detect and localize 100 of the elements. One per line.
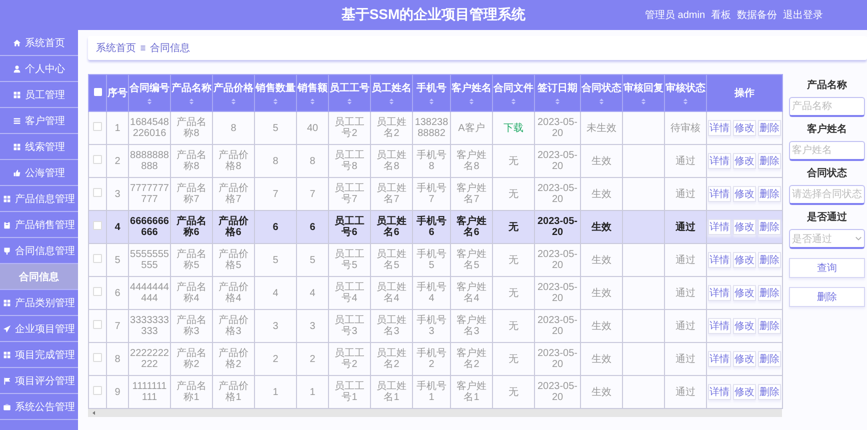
filter-label: 产品名称 (807, 78, 847, 92)
action-button[interactable]: 修改 (733, 285, 756, 301)
action-button[interactable]: 修改 (733, 153, 756, 169)
action-button[interactable]: 删除 (758, 120, 781, 136)
action-button[interactable]: 详情 (708, 252, 731, 268)
action-button[interactable]: 删除 (758, 384, 781, 400)
column-header[interactable]: 手机号 (412, 74, 450, 112)
action-button[interactable]: 修改 (733, 384, 756, 400)
filter-button[interactable]: 删除 (789, 287, 865, 307)
row-checkbox[interactable] (93, 188, 102, 197)
column-header[interactable]: 审核回复 (622, 74, 664, 112)
row-checkbox[interactable] (93, 254, 102, 263)
filter-dropdown[interactable]: 是否通过 (789, 229, 865, 249)
row-checkbox[interactable] (93, 353, 102, 362)
table-cell: 通过 (676, 354, 696, 364)
horizontal-scrollbar[interactable] (88, 409, 782, 417)
column-header[interactable]: 产品名称 (170, 74, 212, 112)
table-cell: 生效 (592, 320, 612, 332)
sort-icon[interactable] (599, 98, 604, 105)
sort-icon[interactable] (189, 98, 194, 105)
table-cell: 3 (114, 188, 120, 200)
action-button[interactable]: 修改 (733, 351, 756, 367)
column-header[interactable]: 合同文件 (492, 74, 534, 112)
column-header[interactable]: 员工工号 (328, 74, 370, 112)
header-link[interactable]: 数据备份 (737, 8, 777, 22)
table-cell: 产品名称8 (176, 117, 206, 139)
row-checkbox[interactable] (93, 221, 102, 230)
sort-icon[interactable] (511, 98, 516, 105)
column-header[interactable]: 客户姓名 (450, 74, 492, 112)
column-header[interactable]: 审核状态 (664, 74, 706, 112)
action-button[interactable]: 修改 (733, 186, 756, 202)
sort-icon[interactable] (231, 98, 236, 105)
table-cell: 员工工号2 (334, 348, 364, 370)
breadcrumb-link[interactable]: 合同信息 (150, 41, 190, 55)
column-header[interactable]: 销售数量 (254, 74, 296, 112)
table-cell: 客户姓名2 (456, 348, 486, 370)
download-link[interactable]: 下载 (504, 122, 524, 134)
action-button[interactable]: 修改 (733, 318, 756, 334)
sort-icon[interactable] (347, 98, 352, 105)
header-link[interactable]: 看板 (711, 8, 731, 22)
table-cell: 2023-05-20 (537, 117, 578, 139)
action-button[interactable]: 修改 (733, 120, 756, 136)
action-button[interactable]: 详情 (708, 186, 731, 202)
column-header[interactable]: 序号 (106, 74, 128, 112)
table-cell: 手机号5 (416, 249, 446, 271)
table-cell: 员工姓名7 (376, 183, 406, 205)
table-cell: 2 (310, 354, 316, 364)
action-button[interactable]: 删除 (758, 351, 781, 367)
action-button[interactable]: 详情 (708, 219, 731, 235)
sidebar-subitem[interactable]: 合同信息 (0, 264, 78, 290)
sort-icon[interactable] (641, 98, 646, 105)
action-button[interactable]: 删除 (758, 252, 781, 268)
action-button[interactable]: 详情 (708, 318, 731, 334)
action-button[interactable]: 删除 (758, 153, 781, 169)
filter-field[interactable]: 产品名称 (789, 97, 865, 117)
table-cell: 员工工号3 (334, 315, 364, 337)
action-button[interactable]: 删除 (758, 318, 781, 334)
header-link[interactable]: 退出登录 (783, 8, 823, 22)
column-header[interactable]: 产品价格 (212, 74, 254, 112)
action-button[interactable]: 详情 (708, 351, 731, 367)
user-icon (13, 64, 21, 72)
filter-field[interactable]: 请选择合同状态 (789, 185, 865, 205)
action-button[interactable]: 删除 (758, 285, 781, 301)
header-link[interactable]: 管理员 admin (644, 8, 705, 22)
action-button[interactable]: 修改 (733, 219, 756, 235)
column-header[interactable]: 销售额 (296, 74, 328, 112)
filter-button[interactable]: 查询 (789, 258, 865, 278)
column-header[interactable]: 签订日期 (534, 74, 580, 112)
action-button[interactable]: 详情 (708, 285, 731, 301)
action-button[interactable]: 删除 (758, 186, 781, 202)
action-button[interactable]: 详情 (708, 153, 731, 169)
sort-icon[interactable] (683, 98, 688, 105)
sort-icon[interactable] (389, 98, 394, 105)
sort-icon[interactable] (310, 98, 315, 105)
action-button[interactable]: 详情 (708, 120, 731, 136)
table-cell: 通过 (676, 222, 696, 232)
table-cell: 员工工号7 (334, 183, 364, 205)
sort-icon[interactable] (429, 98, 434, 105)
action-button[interactable]: 删除 (758, 219, 781, 235)
sort-icon[interactable] (469, 98, 474, 105)
scroll-left-icon[interactable] (91, 410, 97, 416)
table-cell: 产品价格1 (218, 381, 248, 403)
sort-icon[interactable] (555, 98, 560, 105)
column-header[interactable]: 操作 (706, 74, 782, 112)
select-all-checkbox[interactable] (94, 88, 102, 96)
row-checkbox[interactable] (93, 287, 102, 296)
row-checkbox[interactable] (93, 320, 102, 329)
table-cell: 6666666666 (130, 216, 169, 238)
column-header[interactable]: 合同编号 (128, 74, 170, 112)
action-button[interactable]: 详情 (708, 384, 731, 400)
filter-field[interactable]: 客户姓名 (789, 141, 865, 161)
sort-icon[interactable] (273, 98, 278, 105)
column-header[interactable]: 合同状态 (580, 74, 622, 112)
row-checkbox[interactable] (93, 155, 102, 164)
column-header[interactable]: 员工姓名 (370, 74, 412, 112)
sort-icon[interactable] (147, 98, 152, 105)
breadcrumb-link[interactable]: 系统首页 (96, 41, 136, 55)
action-button[interactable]: 修改 (733, 252, 756, 268)
row-checkbox[interactable] (93, 386, 102, 395)
row-checkbox[interactable] (93, 122, 102, 131)
